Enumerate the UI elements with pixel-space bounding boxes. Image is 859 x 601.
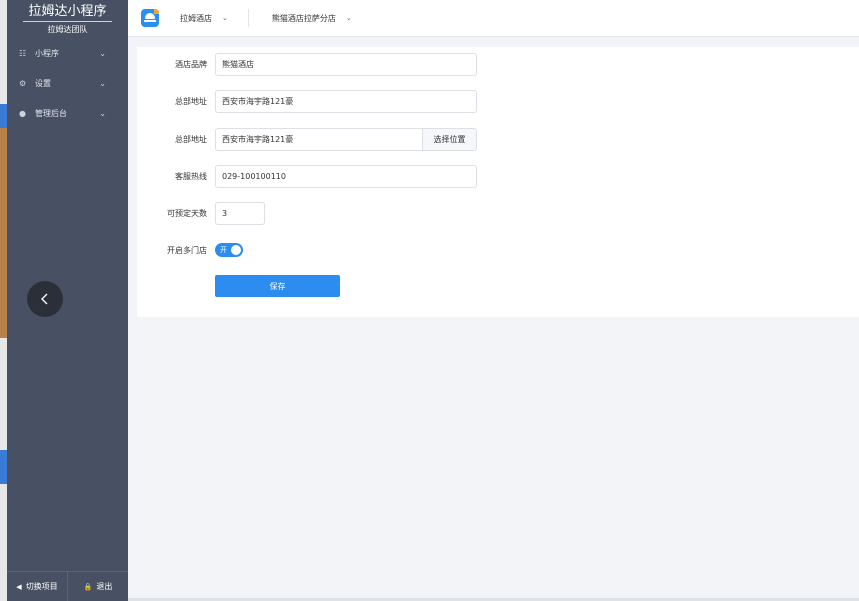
switch-project-button[interactable]: ◀ 切换项目 [7, 572, 67, 601]
caret-left-icon: ◀ [16, 582, 22, 591]
address-input[interactable]: 西安市海宇路121豪 [215, 90, 477, 113]
form-row-brand: 酒店品牌 [137, 53, 207, 76]
brand-input[interactable]: 熊猫酒店 [215, 53, 477, 76]
settings-form: 酒店品牌 熊猫酒店 总部地址 西安市海宇路121豪 总部地址 西安市海宇路121… [137, 47, 859, 317]
gear-icon: ⚙ [19, 78, 27, 88]
brand: 拉姆达小程序 拉姆达团队 [7, 0, 128, 38]
sidebar-item-admin[interactable]: ● 管理后台 ⌄ [7, 98, 128, 128]
sidebar-item-label: 管理后台 [35, 108, 67, 118]
chevron-down-icon: ⌄ [222, 14, 228, 22]
multi-store-toggle[interactable]: 开 [215, 243, 243, 257]
multi-store-label: 开启多门店 [167, 245, 207, 255]
switch-project-label: 切换项目 [25, 582, 58, 591]
top-header: 拉姆酒店 ⌄ 熊猫酒店拉萨分店 ⌄ [128, 0, 859, 37]
logout-button[interactable]: 🔒 退出 [67, 572, 128, 601]
logout-label: 退出 [96, 582, 113, 591]
chevron-down-icon: ⌄ [345, 14, 352, 22]
chevron-down-icon: ⌄ [99, 48, 106, 58]
location-input[interactable]: 西安市海宇路121豪 [215, 128, 423, 151]
brand-title: 拉姆达小程序 [23, 4, 112, 22]
hotline-input[interactable]: 029-100100110 [215, 165, 477, 188]
store-select[interactable]: 熊猫酒店拉萨分店 ⌄ [272, 13, 352, 24]
choose-location-button[interactable]: 选择位置 [423, 128, 477, 151]
address-label: 总部地址 [175, 97, 207, 106]
sidebar-item-label: 小程序 [35, 48, 59, 58]
form-row-hotline: 客服热线 [137, 165, 207, 188]
save-button[interactable]: 保存 [215, 275, 340, 297]
chevron-left-icon [41, 293, 48, 305]
form-row-address: 总部地址 [137, 90, 207, 113]
location-label: 总部地址 [175, 135, 207, 144]
toggle-knob [231, 245, 241, 255]
app-select[interactable]: 拉姆酒店 ⌄ [180, 13, 228, 24]
app-logo-icon [141, 9, 159, 27]
brand-subtitle: 拉姆达团队 [47, 25, 88, 34]
circle-icon: ● [19, 108, 26, 118]
background-strip [0, 0, 7, 601]
brand-label: 酒店品牌 [175, 60, 207, 69]
chevron-down-icon: ⌄ [99, 108, 106, 118]
grid-icon: ☷ [19, 48, 27, 58]
sidebar-item-miniprogram[interactable]: ☷ 小程序 ⌄ [7, 38, 128, 68]
sidebar: 拉姆达小程序 拉姆达团队 ☷ 小程序 ⌄ ⚙ 设置 ⌄ ● 管理后台 ⌄ ◀ 切… [7, 0, 128, 601]
header-divider [247, 9, 249, 27]
form-row-multi-store: 开启多门店 [137, 243, 207, 257]
chevron-down-icon: ⌄ [99, 78, 106, 88]
sidebar-item-settings[interactable]: ⚙ 设置 ⌄ [7, 68, 128, 98]
form-row-location: 总部地址 [137, 128, 207, 151]
app-select-value: 拉姆酒店 [180, 13, 212, 23]
collapse-button[interactable] [27, 281, 63, 317]
days-label: 可预定天数 [167, 209, 207, 218]
lock-icon: 🔒 [83, 582, 93, 591]
hotline-label: 客服热线 [175, 172, 207, 181]
sidebar-footer: ◀ 切换项目 🔒 退出 [7, 571, 128, 601]
days-input[interactable]: 3 [215, 202, 265, 225]
store-select-value: 熊猫酒店拉萨分店 [271, 13, 336, 23]
form-row-days: 可预定天数 [137, 202, 207, 225]
toggle-text: 开 [220, 246, 227, 254]
sidebar-item-label: 设置 [35, 78, 51, 88]
